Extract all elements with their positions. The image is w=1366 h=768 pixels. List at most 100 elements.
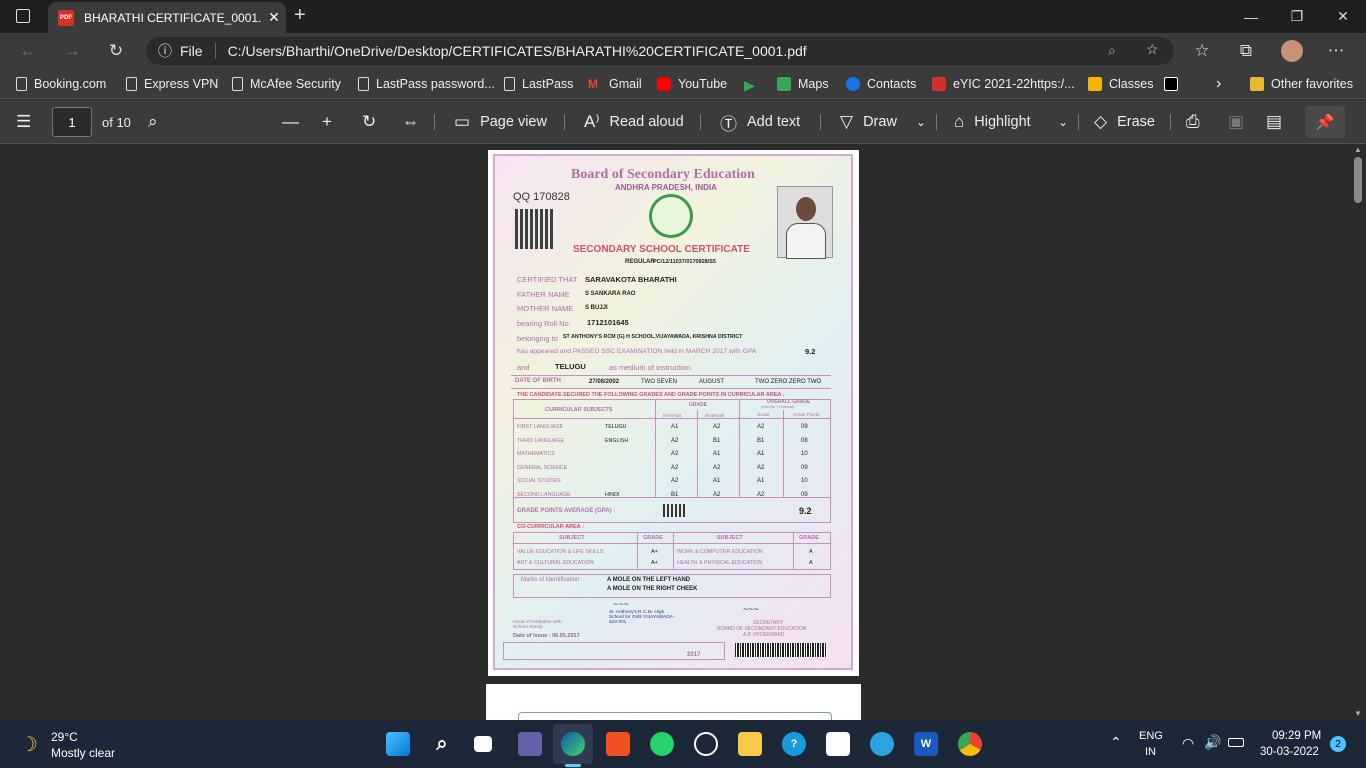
profile-avatar[interactable] bbox=[1281, 40, 1303, 62]
search-icon[interactable]: ⌕ bbox=[148, 112, 168, 132]
print-icon[interactable]: ⎙ bbox=[1186, 112, 1210, 132]
weather-temp[interactable]: 29°C bbox=[51, 730, 78, 744]
bookmark-classes[interactable]: Classes bbox=[1088, 76, 1153, 92]
draw-button[interactable]: ▽ Draw bbox=[840, 112, 897, 132]
wifi-icon[interactable]: ◠ bbox=[1182, 735, 1194, 752]
app-icon[interactable] bbox=[694, 732, 718, 756]
gpa-qr-mark bbox=[663, 504, 687, 517]
ap-hyderabad: A.P. HYDERABAD bbox=[743, 632, 785, 638]
language-primary[interactable]: ENG bbox=[1139, 730, 1163, 742]
bookmark-mcafee[interactable]: McAfee Security bbox=[232, 76, 341, 92]
volume-icon[interactable]: 🔊 bbox=[1204, 734, 1221, 751]
search-icon[interactable]: ⌕ bbox=[430, 732, 454, 756]
table-col-divider bbox=[783, 410, 784, 497]
read-aloud-button[interactable]: A⁾ Read aloud bbox=[584, 112, 684, 132]
grade-col-header: Grade bbox=[757, 412, 770, 417]
tray-chevron-icon[interactable]: ⌃ bbox=[1110, 734, 1122, 751]
browser-tab[interactable]: PDF BHARATHI CERTIFICATE_0001.pd ✕ bbox=[48, 2, 286, 33]
co-table-header-divider bbox=[513, 543, 831, 544]
word-icon[interactable]: W bbox=[914, 732, 938, 756]
app-icon-2[interactable] bbox=[826, 732, 850, 756]
page-number-input[interactable]: 1 bbox=[52, 107, 92, 137]
forward-icon[interactable]: → bbox=[58, 39, 86, 63]
bookmark-play[interactable]: ▶ bbox=[744, 76, 765, 93]
tab-actions-icon[interactable] bbox=[16, 9, 30, 23]
erase-button[interactable]: ◇ Erase bbox=[1094, 112, 1155, 132]
bookmark-maps[interactable]: Maps bbox=[777, 76, 829, 92]
vertical-scrollbar[interactable]: ▲ ▼ bbox=[1350, 145, 1366, 720]
scroll-down-arrow-icon[interactable]: ▼ bbox=[1354, 709, 1362, 718]
minimize-button[interactable]: — bbox=[1228, 0, 1274, 33]
store-icon[interactable] bbox=[606, 732, 630, 756]
bookmark-lastpass-password[interactable]: LastPass password... bbox=[358, 76, 495, 92]
zoom-icon[interactable]: ⌕ bbox=[1108, 42, 1116, 59]
bookmarks-more-icon[interactable]: › bbox=[1216, 75, 1221, 92]
bookmark-n[interactable] bbox=[1164, 76, 1185, 92]
weather-condition[interactable]: Mostly clear bbox=[51, 746, 115, 760]
contents-icon[interactable]: ☰ bbox=[16, 112, 41, 132]
draw-options-chevron-icon[interactable]: ⌄ bbox=[916, 112, 926, 132]
highlight-options-chevron-icon[interactable]: ⌄ bbox=[1058, 112, 1068, 132]
favorite-add-icon[interactable]: ☆ bbox=[1146, 41, 1159, 58]
start-icon[interactable] bbox=[386, 732, 410, 756]
restore-button[interactable]: ❐ bbox=[1274, 0, 1320, 33]
back-icon[interactable]: ← bbox=[14, 39, 42, 63]
zoom-in-icon[interactable]: + bbox=[322, 112, 342, 132]
favorites-icon[interactable]: ☆ bbox=[1188, 39, 1216, 63]
page-view-button[interactable]: ▭ Page view bbox=[454, 112, 547, 132]
cert-board: Board of Secondary Education bbox=[571, 167, 755, 182]
save-icon[interactable]: ▣ bbox=[1228, 112, 1254, 132]
folder-icon bbox=[1250, 77, 1264, 91]
highlight-button[interactable]: ⌂ Highlight bbox=[954, 112, 1031, 132]
co-subject-left: ART & CULTURAL EDUCATION bbox=[517, 560, 594, 566]
new-tab-icon[interactable]: + bbox=[294, 4, 306, 27]
co-subject-header-right: SUBJECT bbox=[717, 535, 743, 541]
address-bar[interactable]: ⓘ File C:/Users/Bharthi/OneDrive/Desktop… bbox=[146, 37, 1174, 65]
edge-icon[interactable] bbox=[561, 732, 585, 756]
weather-moon-icon[interactable]: ☽ bbox=[20, 732, 38, 757]
file-explorer-icon[interactable] bbox=[738, 732, 762, 756]
co-table-divider bbox=[673, 532, 674, 570]
dob-divider-bottom bbox=[511, 388, 831, 389]
clock-date[interactable]: 30-03-2022 bbox=[1260, 746, 1319, 758]
task-view-icon[interactable] bbox=[474, 736, 492, 752]
info-icon[interactable]: ⓘ bbox=[158, 41, 172, 61]
bookmark-booking[interactable]: Booking.com bbox=[16, 76, 106, 92]
bookmark-express-vpn[interactable]: Express VPN bbox=[126, 76, 218, 92]
telegram-icon[interactable] bbox=[870, 732, 894, 756]
co-curricular-heading: CO-CURRICULAR AREA : bbox=[517, 524, 584, 530]
add-text-button[interactable]: Ⓣ Add text bbox=[720, 112, 800, 134]
bookmark-contacts[interactable]: Contacts bbox=[846, 76, 916, 92]
pin-toolbar-button[interactable]: 📌 bbox=[1305, 106, 1345, 138]
classroom-icon bbox=[1088, 77, 1102, 91]
maps-icon bbox=[777, 77, 791, 91]
notification-badge[interactable]: 2 bbox=[1330, 736, 1346, 752]
bookmark-gmail[interactable]: M Gmail bbox=[588, 76, 642, 92]
save-as-icon[interactable]: ▤ bbox=[1266, 112, 1292, 132]
battery-icon[interactable] bbox=[1228, 738, 1244, 747]
scroll-up-arrow-icon[interactable]: ▲ bbox=[1354, 145, 1362, 154]
subject-points-cell: 08 bbox=[801, 437, 808, 444]
refresh-icon[interactable]: ↻ bbox=[102, 39, 130, 63]
pdf-page-2 bbox=[486, 684, 861, 726]
subject-points-cell: 10 bbox=[801, 451, 808, 457]
close-button[interactable]: ✕ bbox=[1320, 0, 1366, 33]
chat-icon[interactable] bbox=[518, 732, 542, 756]
collections-icon[interactable]: ⧉ bbox=[1232, 39, 1260, 63]
bookmark-youtube[interactable]: YouTube bbox=[657, 76, 727, 92]
help-icon[interactable]: ? bbox=[782, 732, 806, 756]
chrome-icon[interactable] bbox=[958, 732, 982, 756]
tab-close-icon[interactable]: ✕ bbox=[262, 9, 286, 26]
whatsapp-icon[interactable] bbox=[650, 732, 674, 756]
clock-time[interactable]: 09:29 PM bbox=[1272, 730, 1321, 742]
bookmark-other-favorites[interactable]: Other favorites bbox=[1250, 76, 1353, 92]
bookmark-eyic[interactable]: eYIC 2021-22https:/... bbox=[932, 76, 1075, 92]
scrollbar-thumb[interactable] bbox=[1354, 157, 1362, 203]
bookmark-lastpass[interactable]: LastPass bbox=[504, 76, 573, 92]
more-menu-icon[interactable]: ⋯ bbox=[1322, 39, 1350, 63]
zoom-out-icon[interactable]: — bbox=[282, 112, 309, 132]
rotate-icon[interactable]: ↻ bbox=[362, 112, 386, 132]
fit-page-icon[interactable]: ⇔ bbox=[402, 112, 429, 132]
grade-points-col-header: Grade Points bbox=[793, 412, 820, 417]
language-secondary[interactable]: IN bbox=[1145, 746, 1156, 758]
